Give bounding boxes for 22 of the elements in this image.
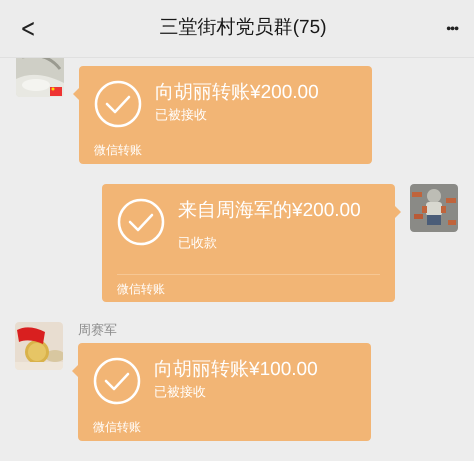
transfer-amount: 向胡丽转账¥200.00 — [155, 81, 319, 105]
transfer-status: 已被接收 — [155, 106, 208, 124]
transfer-card[interactable]: 来自周海军的¥200.00 已收款 微信转账 — [102, 184, 395, 302]
check-circle-icon — [117, 198, 165, 246]
transfer-label: 微信转账 — [117, 280, 165, 296]
sender-name: 周赛军 — [78, 322, 118, 338]
transfer-status: 已收款 — [178, 234, 218, 252]
chat-title: 三堂街村党员群(75) — [160, 16, 327, 40]
back-button[interactable]: < — [20, 16, 36, 42]
transfer-label: 微信转账 — [93, 419, 141, 435]
transfer-status: 已被接收 — [154, 383, 207, 401]
avatar[interactable] — [410, 184, 458, 232]
check-circle-icon — [93, 357, 141, 405]
transfer-card[interactable]: 向胡丽转账¥200.00 已被接收 微信转账 — [79, 66, 372, 164]
more-button[interactable]: ••• — [446, 18, 458, 39]
transfer-label: 微信转账 — [94, 142, 142, 158]
avatar[interactable] — [16, 57, 64, 97]
transfer-amount: 向胡丽转账¥100.00 — [154, 358, 318, 382]
avatar[interactable] — [15, 322, 63, 370]
check-circle-icon — [94, 80, 142, 128]
transfer-amount: 来自周海军的¥200.00 — [178, 199, 361, 223]
transfer-card[interactable]: 向胡丽转账¥100.00 已被接收 微信转账 — [78, 343, 371, 441]
